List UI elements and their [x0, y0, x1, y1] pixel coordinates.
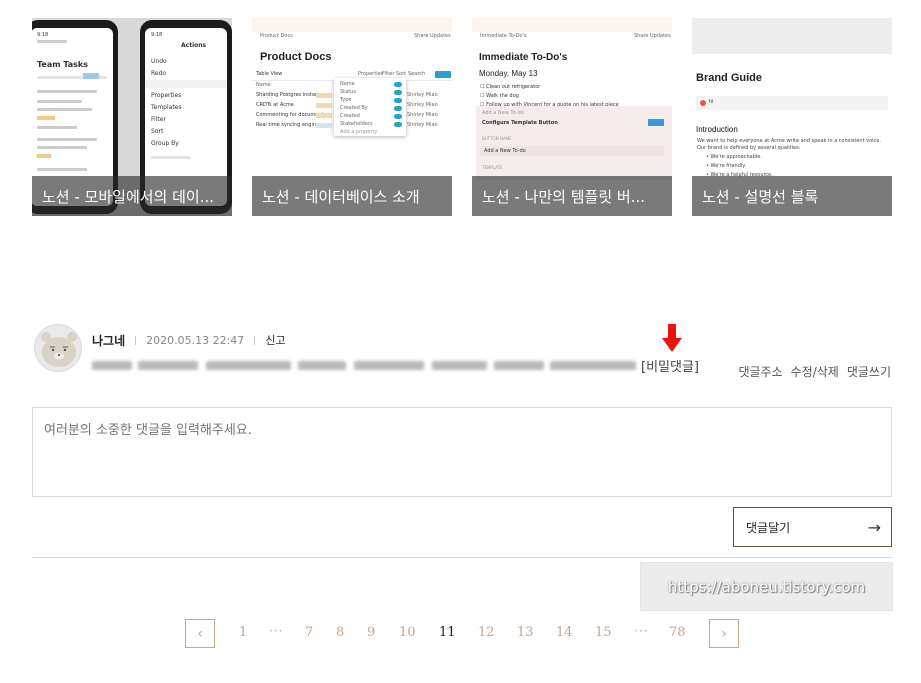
divider: [135, 335, 137, 345]
page-link[interactable]: 7: [305, 625, 313, 640]
next-page-button[interactable]: ›: [709, 619, 739, 648]
page-ellipsis: ···: [634, 624, 649, 638]
prev-page-button[interactable]: ‹: [185, 619, 215, 648]
related-post-card[interactable]: Brand Guide hi Introduction We want to h…: [692, 18, 892, 216]
properties-popup: Name Status Type Created By Created Stak…: [334, 78, 406, 136]
edit-delete-button[interactable]: 수정/삭제: [791, 363, 839, 380]
divider: [254, 335, 256, 345]
page-ellipsis: ···: [269, 624, 284, 638]
page-link[interactable]: 78: [669, 625, 686, 640]
comment-meta: 나그네 2020.05.13 22:47 신고: [92, 332, 286, 348]
submit-comment-button[interactable]: 댓글달기 →: [733, 507, 892, 547]
related-post-card[interactable]: Product Docs Share Updates Product Docs …: [252, 18, 452, 216]
divider: [32, 557, 892, 558]
post-caption[interactable]: 노션 - 나만의 템플릿 버...: [482, 187, 664, 207]
page-link[interactable]: 8: [336, 625, 344, 640]
comment-actions: 댓글주소 수정/삭제 댓글쓰기: [738, 363, 891, 380]
ryan-bear-icon: [41, 332, 77, 367]
comment-link-button[interactable]: 댓글주소: [738, 363, 782, 380]
chevron-right-icon: ›: [721, 625, 727, 642]
post-caption[interactable]: 노션 - 모바일에서의 데이...: [42, 187, 224, 207]
comment-input[interactable]: [32, 407, 892, 497]
arrow-down-icon: [662, 324, 682, 352]
mockup-title: Immediate To-Do's: [479, 52, 568, 63]
related-posts: 9:18 Team Tasks 9:18 Actions Undo Redo P…: [32, 18, 892, 216]
current-page[interactable]: 11: [439, 625, 456, 640]
post-caption[interactable]: 노션 - 설명선 블록: [702, 187, 884, 207]
page-link[interactable]: 1: [239, 625, 247, 640]
comment-author[interactable]: 나그네: [92, 332, 125, 349]
secret-comment-tag: [비밀댓글]: [641, 360, 699, 375]
page-link[interactable]: 12: [478, 625, 495, 640]
comment-date: 2020.05.13 22:47: [146, 333, 245, 347]
submit-label: 댓글달기: [746, 520, 791, 535]
related-post-card[interactable]: Immediate To-Do's Share Updates Immediat…: [472, 18, 672, 216]
report-link[interactable]: 신고: [265, 332, 285, 348]
blurred-comment-text: [92, 358, 637, 373]
mockup-title: Brand Guide: [696, 72, 763, 84]
page-link[interactable]: 14: [556, 625, 573, 640]
watermark: https://aboneu.tistory.com: [640, 562, 893, 611]
arrow-right-icon: →: [867, 517, 881, 537]
related-post-card[interactable]: 9:18 Team Tasks 9:18 Actions Undo Redo P…: [32, 18, 232, 216]
avatar: [34, 324, 82, 372]
page-link[interactable]: 13: [517, 625, 534, 640]
reply-button[interactable]: 댓글쓰기: [847, 363, 891, 380]
mockup-title: Team Tasks: [37, 60, 89, 69]
page-link[interactable]: 15: [595, 625, 612, 640]
page-link[interactable]: 9: [367, 625, 375, 640]
post-caption[interactable]: 노션 - 데이터베이스 소개: [262, 187, 444, 207]
mockup-title: Product Docs: [260, 51, 332, 63]
pagination: ‹ 1 ··· 7 8 9 10 11 12 13 14 15 ··· 78 ›: [185, 619, 745, 648]
chevron-left-icon: ‹: [197, 625, 203, 642]
page-link[interactable]: 10: [399, 625, 416, 640]
